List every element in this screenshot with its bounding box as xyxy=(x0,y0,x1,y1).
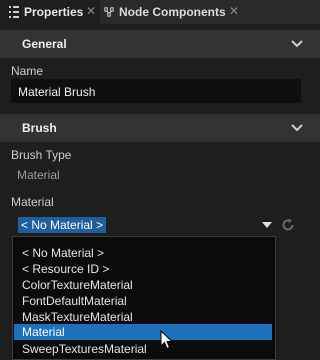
brush-type-value: Material xyxy=(17,168,60,182)
name-field[interactable] xyxy=(11,79,301,103)
section-title: General xyxy=(22,37,67,51)
tab-properties[interactable]: Properties ✕ xyxy=(0,0,100,24)
dropdown-option[interactable]: MaskTextureMaterial xyxy=(14,309,272,325)
properties-panel: Properties ✕ Node Components ✕ General N… xyxy=(0,0,320,360)
dropdown-arrow-icon[interactable] xyxy=(262,222,272,228)
dropdown-option[interactable]: < Resource ID > xyxy=(14,261,272,277)
name-input[interactable] xyxy=(18,84,288,100)
node-components-icon xyxy=(104,7,114,17)
mouse-cursor-icon xyxy=(160,330,174,350)
section-title: Brush xyxy=(22,121,57,135)
tab-properties-label: Properties xyxy=(24,5,84,19)
reset-icon[interactable] xyxy=(280,217,296,233)
material-label: Material xyxy=(11,195,54,209)
tab-node-components[interactable]: Node Components ✕ xyxy=(100,0,250,24)
dropdown-option[interactable]: ColorTextureMaterial xyxy=(14,277,272,293)
dropdown-option[interactable]: SweepTexturesMaterial xyxy=(14,341,272,357)
section-general-header[interactable]: General xyxy=(0,30,320,58)
close-icon[interactable]: ✕ xyxy=(229,4,239,18)
chevron-down-icon[interactable] xyxy=(291,39,303,49)
brush-type-label: Brush Type xyxy=(11,148,72,162)
material-combobox[interactable]: < No Material > xyxy=(12,214,279,236)
properties-icon xyxy=(9,6,19,18)
name-label: Name xyxy=(11,64,44,78)
dropdown-option[interactable]: < No Material > xyxy=(14,245,272,261)
tab-node-components-label: Node Components xyxy=(119,5,226,19)
chevron-down-icon[interactable] xyxy=(291,123,303,133)
dropdown-option-highlighted[interactable]: Material xyxy=(14,324,272,340)
section-brush-header[interactable]: Brush xyxy=(0,114,320,142)
tab-bar: Properties ✕ Node Components ✕ xyxy=(0,0,320,24)
material-dropdown-list: < No Material > < Resource ID > ColorTex… xyxy=(12,236,276,360)
dropdown-option[interactable]: FontDefaultMaterial xyxy=(14,293,272,309)
close-icon[interactable]: ✕ xyxy=(86,4,96,18)
material-selected-value: < No Material > xyxy=(18,217,107,233)
